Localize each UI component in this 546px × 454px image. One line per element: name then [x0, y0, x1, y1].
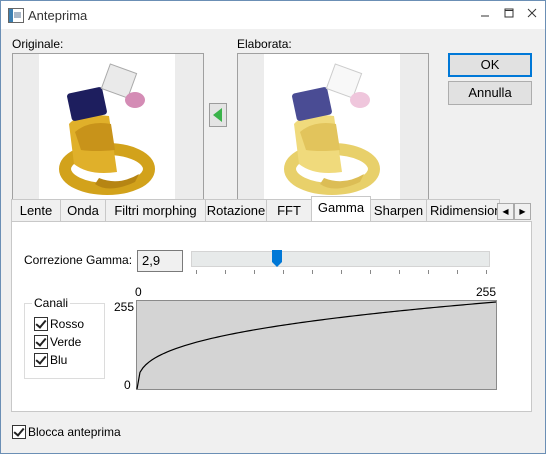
tab-scroll-left-icon[interactable]: ◀ [497, 203, 514, 220]
lock-preview-checkbox[interactable] [12, 425, 26, 439]
green-channel-label: Verde [50, 335, 82, 349]
curve-x-min-label: 0 [135, 285, 142, 299]
close-icon[interactable] [521, 5, 543, 25]
maximize-icon[interactable] [498, 5, 520, 25]
slider-tick [428, 270, 429, 274]
slider-tick [341, 270, 342, 274]
processed-ring-image [264, 54, 400, 204]
minimize-icon[interactable] [474, 5, 496, 25]
slider-tick [312, 270, 313, 274]
title-bar: Anteprima [1, 1, 545, 29]
tab-filtri-morphing[interactable]: Filtri morphing [105, 199, 206, 221]
lock-preview-label: Blocca anteprima [28, 425, 121, 439]
slider-tick [196, 270, 197, 274]
curve-background [136, 300, 497, 390]
processed-label: Elaborata: [237, 37, 292, 51]
slider-tick [254, 270, 255, 274]
curve-y-min-label: 0 [124, 378, 131, 392]
tab-scroll-right-icon[interactable]: ▶ [514, 203, 531, 220]
tab-lente[interactable]: Lente [11, 199, 61, 221]
preview-dialog: Anteprima Originale: Elaborata: OK Annul… [0, 0, 546, 454]
ok-button[interactable]: OK [448, 53, 532, 77]
green-channel-checkbox[interactable] [34, 335, 48, 349]
gamma-label: Correzione Gamma: [24, 253, 133, 267]
red-channel-label: Rosso [50, 317, 85, 331]
arrow-left-icon [213, 108, 222, 122]
processed-preview [237, 53, 429, 205]
slider-tick [457, 270, 458, 274]
tab-fft[interactable]: FFT [266, 199, 312, 221]
slider-tick [225, 270, 226, 274]
curve-y-max-label: 255 [114, 300, 135, 314]
red-channel-checkbox[interactable] [34, 317, 48, 331]
tab-rotazione[interactable]: Rotazione [205, 199, 267, 221]
gamma-slider-thumb[interactable] [272, 250, 282, 267]
slider-tick [399, 270, 400, 274]
window-title: Anteprima [28, 8, 88, 23]
original-label: Originale: [12, 37, 64, 51]
tab-gamma[interactable]: Gamma [311, 196, 371, 221]
gamma-curve-plot [136, 300, 497, 390]
original-preview [12, 53, 204, 205]
gamma-value-field[interactable]: 2,9 [137, 250, 183, 272]
cancel-button[interactable]: Annulla [448, 81, 532, 105]
gamma-slider-track[interactable] [191, 251, 490, 267]
tab-sharpen[interactable]: Sharpen [370, 199, 427, 221]
blue-channel-checkbox[interactable] [34, 353, 48, 367]
channels-legend: Canali [32, 296, 71, 310]
tab-onda[interactable]: Onda [60, 199, 106, 221]
slider-tick [486, 270, 487, 274]
curve-x-max-label: 255 [476, 285, 497, 299]
tab-ridimensiona[interactable]: Ridimensiona [426, 199, 500, 220]
slider-tick [283, 270, 284, 274]
slider-tick [370, 270, 371, 274]
original-ring-image [39, 54, 175, 204]
app-window-icon [8, 8, 24, 23]
apply-arrow-button[interactable] [209, 103, 227, 127]
blue-channel-label: Blu [50, 353, 68, 367]
